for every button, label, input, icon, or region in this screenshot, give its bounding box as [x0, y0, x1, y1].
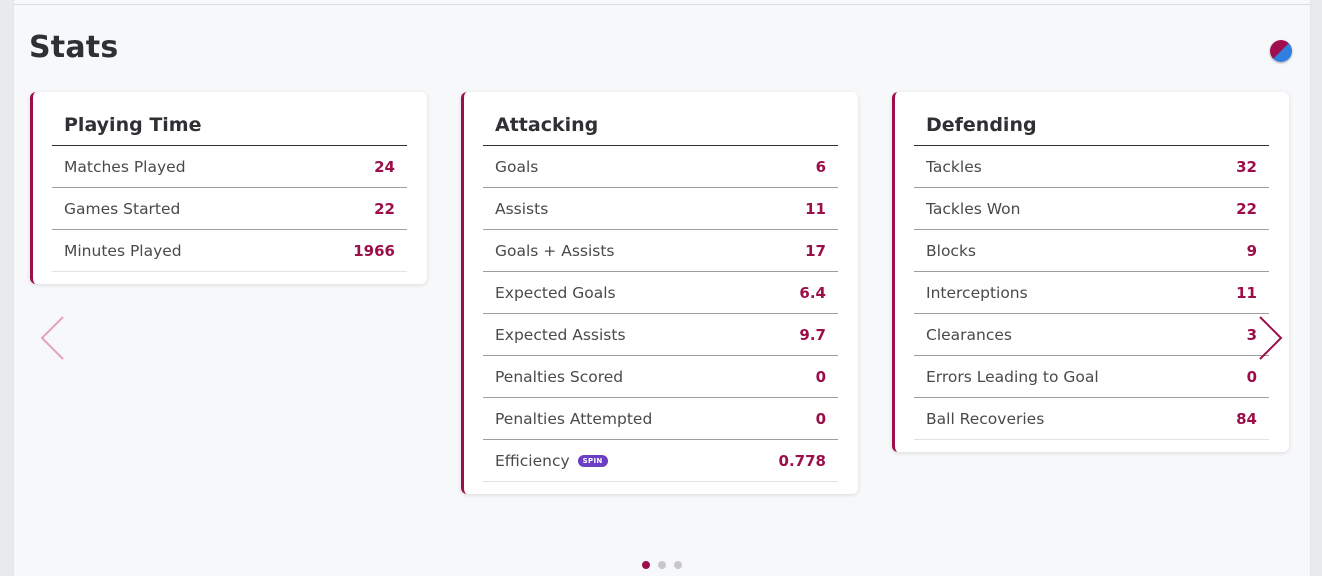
stat-label: Ball Recoveries	[926, 409, 1045, 428]
stat-label: Minutes Played	[64, 241, 182, 260]
stat-label: Clearances	[926, 325, 1012, 344]
stats-card-attacking: Attacking Goals 6 Assists 11 Goals + Ass…	[461, 92, 858, 494]
stat-label: Errors Leading to Goal	[926, 367, 1099, 386]
stat-row: Games Started 22	[52, 188, 407, 230]
stat-row: Tackles 32	[914, 146, 1269, 188]
stat-label: Penalties Attempted	[495, 409, 653, 428]
carousel-pagination	[642, 561, 682, 569]
stat-value: 11	[805, 199, 826, 218]
stat-row: Minutes Played 1966	[52, 230, 407, 272]
stat-label: Goals	[495, 157, 539, 176]
stat-row: Efficiency SPIN 0.778	[483, 440, 838, 482]
stat-value: 0	[1246, 367, 1257, 386]
card-title: Defending	[914, 106, 1269, 146]
stat-row: Penalties Scored 0	[483, 356, 838, 398]
stat-value: 0	[815, 367, 826, 386]
stats-card-playing-time: Playing Time Matches Played 24 Games Sta…	[30, 92, 427, 284]
card-title: Attacking	[483, 106, 838, 146]
stat-label: Tackles Won	[926, 199, 1021, 218]
pagination-dot[interactable]	[642, 561, 650, 569]
stat-value: 6.4	[799, 283, 826, 302]
stat-row: Goals + Assists 17	[483, 230, 838, 272]
stat-row: Blocks 9	[914, 230, 1269, 272]
chevron-right-icon	[1259, 316, 1283, 360]
stat-label: Assists	[495, 199, 549, 218]
stat-row: Goals 6	[483, 146, 838, 188]
carousel-next-button[interactable]	[1257, 316, 1283, 364]
stat-row: Expected Assists 9.7	[483, 314, 838, 356]
stat-value: 1966	[353, 241, 395, 260]
stats-card-defending: Defending Tackles 32 Tackles Won 22 Bloc…	[892, 92, 1289, 452]
stat-label: Blocks	[926, 241, 976, 260]
stat-label: Expected Goals	[495, 283, 616, 302]
stat-row: Clearances 3	[914, 314, 1269, 356]
club-crest-icon	[1270, 40, 1292, 62]
pagination-dot[interactable]	[674, 561, 682, 569]
stat-value: 22	[374, 199, 395, 218]
stat-label: Interceptions	[926, 283, 1028, 302]
stat-value: 0.778	[778, 451, 826, 470]
stat-row: Tackles Won 22	[914, 188, 1269, 230]
stat-label: Tackles	[926, 157, 982, 176]
chevron-left-icon	[40, 316, 64, 360]
stat-label: Goals + Assists	[495, 241, 615, 260]
stat-value: 9	[1246, 241, 1257, 260]
stat-row: Assists 11	[483, 188, 838, 230]
stat-value: 6	[815, 157, 826, 176]
stat-value: 0	[815, 409, 826, 428]
stat-value: 17	[805, 241, 826, 260]
stat-label: Matches Played	[64, 157, 186, 176]
stat-label: Penalties Scored	[495, 367, 624, 386]
divider	[14, 4, 1310, 5]
stat-label: Expected Assists	[495, 325, 626, 344]
stat-row: Interceptions 11	[914, 272, 1269, 314]
pagination-dot[interactable]	[658, 561, 666, 569]
section-title: Stats	[29, 30, 119, 65]
carousel-prev-button[interactable]	[40, 316, 66, 364]
stat-value: 3	[1246, 325, 1257, 344]
stat-row: Matches Played 24	[52, 146, 407, 188]
stat-value: 24	[374, 157, 395, 176]
stat-value: 84	[1236, 409, 1257, 428]
stat-value: 22	[1236, 199, 1257, 218]
stat-label: Games Started	[64, 199, 181, 218]
stat-value: 9.7	[799, 325, 826, 344]
stat-row: Penalties Attempted 0	[483, 398, 838, 440]
stats-panel: Stats Playing Time Matches Played 24 Gam…	[13, 0, 1311, 576]
stat-label: Efficiency	[495, 451, 570, 470]
stat-value: 11	[1236, 283, 1257, 302]
stat-value: 32	[1236, 157, 1257, 176]
stat-row: Expected Goals 6.4	[483, 272, 838, 314]
stat-row: Ball Recoveries 84	[914, 398, 1269, 440]
stat-row: Errors Leading to Goal 0	[914, 356, 1269, 398]
spin-badge[interactable]: SPIN	[577, 454, 608, 467]
stat-label-group: Efficiency SPIN	[495, 452, 608, 470]
card-title: Playing Time	[52, 106, 407, 146]
